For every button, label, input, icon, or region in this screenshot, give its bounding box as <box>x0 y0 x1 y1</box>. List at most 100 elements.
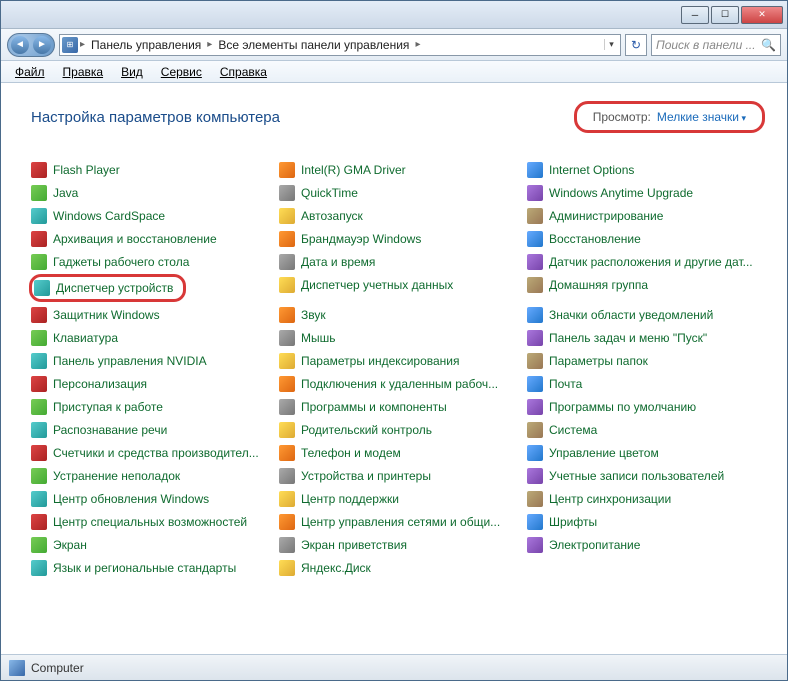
cp-item[interactable]: Счетчики и средства производител... <box>31 444 269 462</box>
cp-item[interactable]: Панель управления NVIDIA <box>31 352 269 370</box>
cp-item[interactable]: Мышь <box>279 329 517 347</box>
cp-item[interactable]: Устранение неполадок <box>31 467 269 485</box>
cp-item[interactable]: Центр поддержки <box>279 490 517 508</box>
cp-item-label: Мышь <box>301 331 336 345</box>
cp-item[interactable]: Автозапуск <box>279 207 517 225</box>
cp-item[interactable]: Программы и компоненты <box>279 398 517 416</box>
cp-item-icon <box>279 422 295 438</box>
cp-item[interactable]: Распознавание речи <box>31 421 269 439</box>
cp-item[interactable]: Персонализация <box>31 375 269 393</box>
cp-item-label: Приступая к работе <box>53 400 163 414</box>
cp-item[interactable]: Брандмауэр Windows <box>279 230 517 248</box>
cp-item[interactable]: Система <box>527 421 765 439</box>
cp-item[interactable]: Восстановление <box>527 230 765 248</box>
cp-item[interactable]: Параметры индексирования <box>279 352 517 370</box>
cp-item[interactable]: Дата и время <box>279 253 517 271</box>
cp-item[interactable]: QuickTime <box>279 184 517 202</box>
cp-item[interactable]: Гаджеты рабочего стола <box>31 253 269 271</box>
cp-item[interactable]: Intel(R) GMA Driver <box>279 161 517 179</box>
cp-item[interactable]: Диспетчер устройств <box>34 279 173 297</box>
cp-item[interactable]: Диспетчер учетных данных <box>279 276 517 294</box>
cp-item[interactable]: Значки области уведомлений <box>527 306 765 324</box>
menu-tools[interactable]: Сервис <box>153 63 210 81</box>
cp-item-icon <box>31 254 47 270</box>
cp-item[interactable]: Датчик расположения и другие дат... <box>527 253 765 271</box>
computer-icon <box>9 660 25 676</box>
cp-item-icon <box>527 254 543 270</box>
cp-item-label: Язык и региональные стандарты <box>53 561 236 575</box>
cp-item[interactable]: Почта <box>527 375 765 393</box>
breadcrumb-seg2[interactable]: Все элементы панели управления <box>214 38 413 52</box>
maximize-button[interactable]: ☐ <box>711 6 739 24</box>
cp-item[interactable]: Internet Options <box>527 161 765 179</box>
cp-item-label: Панель задач и меню "Пуск" <box>549 331 707 345</box>
chevron-right-icon: ▸ <box>80 39 85 50</box>
minimize-button[interactable]: ─ <box>681 6 709 24</box>
cp-item[interactable]: Телефон и модем <box>279 444 517 462</box>
cp-item-icon <box>31 560 47 576</box>
cp-item-icon <box>527 468 543 484</box>
cp-item[interactable]: Экран <box>31 536 269 554</box>
close-button[interactable]: ✕ <box>741 6 783 24</box>
cp-item[interactable]: Электропитание <box>527 536 765 554</box>
cp-item-label: Подключения к удаленным рабоч... <box>301 377 498 391</box>
cp-item[interactable]: Панель задач и меню "Пуск" <box>527 329 765 347</box>
address-bar[interactable]: ⊞ ▸ Панель управления ▸ Все элементы пан… <box>59 34 621 56</box>
cp-item-icon <box>527 277 543 293</box>
cp-item[interactable]: Шрифты <box>527 513 765 531</box>
cp-item[interactable]: Центр специальных возможностей <box>31 513 269 531</box>
cp-item-icon <box>279 514 295 530</box>
cp-item-label: Счетчики и средства производител... <box>53 446 259 460</box>
cp-item[interactable]: Администрирование <box>527 207 765 225</box>
forward-icon: ► <box>33 36 51 54</box>
address-dropdown[interactable]: ▾ <box>604 39 618 50</box>
cp-item[interactable]: Архивация и восстановление <box>31 230 269 248</box>
cp-item[interactable]: Центр управления сетями и общи... <box>279 513 517 531</box>
menu-view[interactable]: Вид <box>113 63 151 81</box>
breadcrumb-seg1[interactable]: Панель управления <box>87 38 205 52</box>
cp-item-label: Персонализация <box>53 377 147 391</box>
cp-item[interactable]: Flash Player <box>31 161 269 179</box>
status-bar: Computer <box>1 654 787 680</box>
cp-item[interactable]: Центр синхронизации <box>527 490 765 508</box>
menu-file[interactable]: Файл <box>7 63 53 81</box>
view-dropdown[interactable]: Мелкие значки <box>657 110 746 124</box>
cp-item[interactable]: Клавиатура <box>31 329 269 347</box>
cp-item-icon <box>527 399 543 415</box>
cp-item[interactable]: Windows CardSpace <box>31 207 269 225</box>
cp-item[interactable]: Язык и региональные стандарты <box>31 559 269 577</box>
cp-item[interactable]: Домашняя группа <box>527 276 765 294</box>
cp-item[interactable]: Управление цветом <box>527 444 765 462</box>
cp-item-icon <box>31 208 47 224</box>
cp-item[interactable]: Яндекс.Диск <box>279 559 517 577</box>
cp-item-label: Брандмауэр Windows <box>301 232 421 246</box>
cp-item-icon <box>527 422 543 438</box>
cp-item[interactable]: Java <box>31 184 269 202</box>
nav-back-forward[interactable]: ◄ ► <box>7 33 55 57</box>
cp-item[interactable]: Защитник Windows <box>31 306 269 324</box>
menu-bar: Файл Правка Вид Сервис Справка <box>1 61 787 83</box>
cp-item-label: Звук <box>301 308 326 322</box>
cp-item-icon <box>527 307 543 323</box>
cp-item-label: Родительский контроль <box>301 423 432 437</box>
cp-item[interactable]: Экран приветствия <box>279 536 517 554</box>
cp-item-icon <box>279 208 295 224</box>
cp-item-icon <box>527 353 543 369</box>
menu-edit[interactable]: Правка <box>55 63 112 81</box>
cp-item[interactable]: Устройства и принтеры <box>279 467 517 485</box>
cp-item[interactable]: Windows Anytime Upgrade <box>527 184 765 202</box>
menu-help[interactable]: Справка <box>212 63 275 81</box>
refresh-button[interactable]: ↻ <box>625 34 647 56</box>
search-input[interactable]: Поиск в панели ... 🔍 <box>651 34 781 56</box>
cp-item[interactable]: Приступая к работе <box>31 398 269 416</box>
cp-item[interactable]: Звук <box>279 306 517 324</box>
cp-item-label: Защитник Windows <box>53 308 160 322</box>
cp-item[interactable]: Центр обновления Windows <box>31 490 269 508</box>
items-grid: Flash Player Intel(R) GMA Driver Internet … <box>31 161 765 577</box>
cp-item[interactable]: Подключения к удаленным рабоч... <box>279 375 517 393</box>
cp-item[interactable]: Учетные записи пользователей <box>527 467 765 485</box>
cp-item-label: Windows CardSpace <box>53 209 165 223</box>
cp-item[interactable]: Родительский контроль <box>279 421 517 439</box>
cp-item[interactable]: Программы по умолчанию <box>527 398 765 416</box>
cp-item[interactable]: Параметры папок <box>527 352 765 370</box>
